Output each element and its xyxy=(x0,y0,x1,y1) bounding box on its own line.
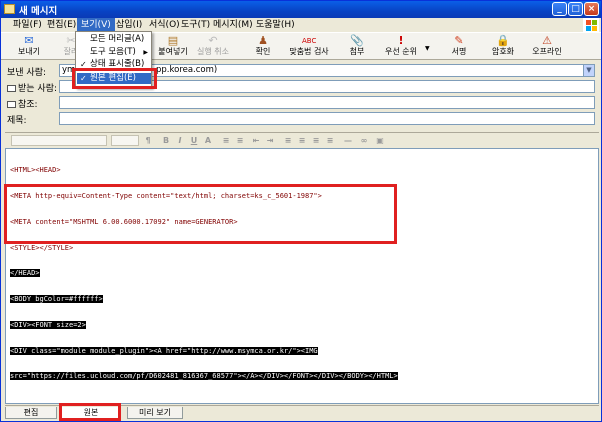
close-button[interactable]: × xyxy=(584,2,599,16)
increase-indent-icon[interactable]: ⇥ xyxy=(265,135,275,146)
encrypt-button[interactable]: 🔒 암호화 xyxy=(481,35,525,59)
priority-icon: ! xyxy=(398,34,404,47)
subject-label: 제목: xyxy=(7,116,27,126)
address-book-icon xyxy=(7,85,16,92)
minimize-button[interactable]: _ xyxy=(552,2,567,16)
attach-icon: 📎 xyxy=(350,34,364,47)
italic-icon[interactable]: I xyxy=(175,135,185,146)
code-line: <STYLE></STYLE> xyxy=(10,243,74,252)
code-line-selected: <BODY bgColor=#ffffff> xyxy=(10,295,103,304)
code-line-selected: <DIV class="module module_plugin"><A hre… xyxy=(10,346,318,355)
encrypt-icon: 🔒 xyxy=(496,34,510,47)
subject-row: 제목: xyxy=(1,111,601,126)
check-names-button[interactable]: ♟ 확인 xyxy=(241,35,285,59)
underline-icon[interactable]: U xyxy=(189,135,199,146)
subject-field[interactable] xyxy=(59,112,595,125)
tab-edit[interactable]: 편집 xyxy=(5,407,57,419)
menu-message[interactable]: 메시지(M) xyxy=(209,18,257,32)
justify-icon[interactable]: ≡ xyxy=(325,135,335,146)
offline-icon: ⚠ xyxy=(542,34,552,47)
decrease-indent-icon[interactable]: ⇤ xyxy=(251,135,261,146)
undo-icon: ↶ xyxy=(208,34,218,47)
cc-field[interactable] xyxy=(59,96,595,109)
bold-icon[interactable]: B xyxy=(161,135,171,146)
menu-insert[interactable]: 삽입(I) xyxy=(112,18,146,32)
address-book-icon xyxy=(7,101,16,108)
menu-edit[interactable]: 편집(E) xyxy=(43,18,80,32)
cc-row: 참조: xyxy=(1,95,601,110)
paste-button[interactable]: ▤ 붙여넣기 xyxy=(151,35,195,59)
menu-item-toolbars[interactable]: 도구 모음(T) ▶ xyxy=(77,47,151,58)
menu-item-all-headers[interactable]: 모든 머리글(A) xyxy=(77,34,151,45)
compose-window: 새 메시지 _ □ × 파일(F) 편집(E) 보기(V) 삽입(I) 서식(O… xyxy=(0,0,602,422)
maximize-button[interactable]: □ xyxy=(568,2,583,16)
sign-icon: ✎ xyxy=(454,34,464,47)
menu-file[interactable]: 파일(F) xyxy=(9,18,46,32)
align-center-icon[interactable]: ≡ xyxy=(297,135,307,146)
attach-button[interactable]: 📎 첨부 xyxy=(335,35,379,59)
tab-preview[interactable]: 미리 보기 xyxy=(127,407,183,419)
from-value-end: pp.korea.com) xyxy=(156,65,218,75)
send-icon: ✉ xyxy=(24,34,34,47)
font-color-icon[interactable]: A xyxy=(203,135,213,146)
submenu-arrow-icon: ▶ xyxy=(143,49,148,56)
annotation-source-edit xyxy=(72,68,157,89)
cc-label[interactable]: 참조: xyxy=(7,97,38,110)
undo-button[interactable]: ↶ 실행 취소 xyxy=(191,35,235,59)
check-names-icon: ♟ xyxy=(258,34,268,47)
align-right-icon[interactable]: ≡ xyxy=(311,135,321,146)
from-label: 보낸 사람: xyxy=(7,68,47,78)
chevron-down-icon[interactable]: ▼ xyxy=(583,65,594,76)
horizontal-line-icon[interactable]: — xyxy=(343,135,353,146)
spelling-icon: ABC xyxy=(302,37,317,45)
code-line: <HTML><HEAD> xyxy=(10,166,61,175)
new-message-icon xyxy=(4,4,15,14)
font-select[interactable] xyxy=(11,135,107,146)
menu-view[interactable]: 보기(V) xyxy=(77,18,115,32)
sign-button[interactable]: ✎ 서명 xyxy=(437,35,481,59)
paragraph-style-icon[interactable]: ¶ xyxy=(143,135,153,146)
priority-button[interactable]: ! 우선 순위 xyxy=(379,35,423,59)
title-bar: 새 메시지 _ □ × xyxy=(1,1,601,18)
menu-bar: 파일(F) 편집(E) 보기(V) 삽입(I) 서식(O) 도구(T) 메시지(… xyxy=(1,18,601,32)
menu-help[interactable]: 도움말(H) xyxy=(252,18,299,32)
annotation-source-tab xyxy=(59,403,121,421)
code-line-selected: src="https://files.ucloud.com/pf/D602481… xyxy=(10,372,398,381)
code-line-selected: </HEAD> xyxy=(10,269,40,278)
hyperlink-icon[interactable]: ∞ xyxy=(359,135,369,146)
format-bar: ¶ B I U A ≡ ≡ ⇤ ⇥ ≡ ≡ ≡ ≡ — ∞ ▣ xyxy=(5,132,599,147)
font-size-select[interactable] xyxy=(111,135,139,146)
spelling-button[interactable]: ABC 맞춤법 검사 xyxy=(287,35,331,59)
priority-dropdown-icon[interactable]: ▼ xyxy=(425,45,430,52)
offline-button[interactable]: ⚠ 오프라인 xyxy=(525,35,569,59)
paste-icon: ▤ xyxy=(167,34,179,47)
windows-logo-icon xyxy=(583,18,599,32)
window-title: 새 메시지 xyxy=(19,6,58,17)
align-left-icon[interactable]: ≡ xyxy=(283,135,293,146)
annotation-selected-code xyxy=(4,184,397,244)
insert-picture-icon[interactable]: ▣ xyxy=(375,135,385,146)
send-button[interactable]: ✉ 보내기 xyxy=(7,35,51,59)
code-line-selected: <DIV><FONT size=2> xyxy=(10,320,86,329)
bullets-icon[interactable]: ≡ xyxy=(235,135,245,146)
to-label[interactable]: 받는 사람: xyxy=(7,81,57,94)
numbering-icon[interactable]: ≡ xyxy=(221,135,231,146)
